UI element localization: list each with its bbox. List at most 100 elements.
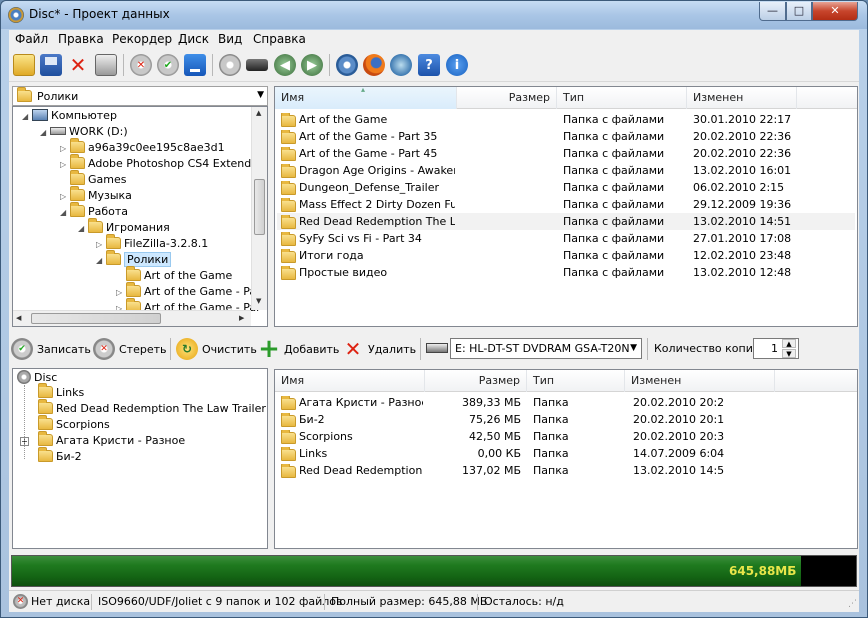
open-folder-icon[interactable] (11, 52, 37, 78)
file-row[interactable]: Links 0,00 КБ Папка 14.07.2009 6:04... (277, 445, 855, 462)
scroll-thumb[interactable] (31, 313, 161, 324)
scroll-down-icon[interactable]: ▼ (256, 297, 261, 305)
collapse-arrow-icon[interactable]: ◢ (96, 256, 106, 265)
tree-item-folder[interactable]: ▷ a96a39c0ee195c8ae3d1 (60, 138, 225, 157)
column-header-modified[interactable]: Изменен (625, 370, 775, 392)
remove-button[interactable]: ✕ Удалить (342, 337, 417, 361)
menu-file[interactable]: Файл (15, 32, 48, 46)
collapse-arrow-icon[interactable]: ◢ (78, 224, 88, 233)
scroll-right-icon[interactable]: ▶ (239, 314, 244, 322)
tree-item-computer[interactable]: ◢ Компьютер (22, 109, 117, 125)
expand-arrow-icon[interactable]: ▷ (60, 160, 70, 169)
toolbar-separator (212, 54, 213, 76)
file-row[interactable]: Red Dead Redemption ... 137,02 МБ Папка 13.… (277, 462, 855, 479)
expand-arrow-icon[interactable]: ▷ (60, 144, 70, 153)
maximize-button[interactable]: □ (786, 2, 812, 21)
tree-item-folder[interactable]: Би-2 (38, 447, 82, 466)
drive-select[interactable]: E: HL-DT-ST DVDRAM GSA-T20N ▼ (450, 338, 642, 359)
disc-check-icon[interactable]: ✔ (155, 52, 181, 78)
back-green-icon[interactable]: ◀ (272, 52, 298, 78)
save-icon[interactable] (38, 52, 64, 78)
file-row[interactable]: Простые видео Папка с файлами 13.02.2010 1… (277, 264, 855, 281)
collapse-arrow-icon[interactable]: ◢ (60, 208, 70, 217)
disc-info-icon[interactable] (217, 52, 243, 78)
settings-gear-icon[interactable] (334, 52, 360, 78)
spin-up-icon[interactable]: ▲ (782, 339, 796, 348)
chevron-down-icon[interactable]: ▼ (630, 343, 637, 353)
clear-button[interactable]: ↻ Очистить (176, 337, 257, 361)
file-row[interactable]: Art of the Game - Part 35 Папка с файлами… (277, 128, 855, 145)
search-globe-icon[interactable] (388, 52, 414, 78)
file-row[interactable]: Art of the Game Папка с файлами 30.01.2010… (277, 111, 855, 128)
file-row[interactable]: Би-2 75,26 МБ Папка 20.02.2010 20:1... (277, 411, 855, 428)
column-header-type[interactable]: Тип (557, 87, 687, 109)
column-header-type[interactable]: Тип (527, 370, 625, 392)
minimize-button[interactable]: — (759, 2, 786, 21)
copies-stepper[interactable]: 1 ▲ ▼ (753, 338, 799, 359)
title-bar[interactable]: Disc* - Проект данных — □ ✕ (1, 1, 867, 29)
tree-item-folder[interactable]: ▷ Adobe Photoshop CS4 Extended (60, 154, 265, 173)
file-row[interactable]: Итоги года Папка с файлами 12.02.2010 23:4… (277, 247, 855, 264)
file-row[interactable]: Dungeon_Defense_Trailer Папка с файлами 06… (277, 179, 855, 196)
chevron-down-icon[interactable]: ▼ (257, 90, 264, 100)
menu-edit[interactable]: Правка (58, 32, 104, 46)
toolbar-separator (170, 338, 171, 360)
file-row[interactable]: SyFy Sci vs Fi - Part 34 Папка с файлами 2… (277, 230, 855, 247)
add-label: Добавить (284, 342, 340, 356)
tree-vertical-scrollbar[interactable]: ▲ ▼ (251, 107, 267, 310)
collapse-arrow-icon[interactable]: ◢ (22, 112, 32, 121)
file-modified: 29.12.2009 19:36 (693, 198, 792, 211)
info-icon[interactable]: i (444, 52, 470, 78)
file-row[interactable]: Red Dead Redemption The L... Папка с файл… (277, 213, 855, 230)
column-header-size[interactable]: Размер (457, 87, 557, 109)
file-modified: 20.02.2010 20:3... (633, 430, 725, 443)
menu-recorder[interactable]: Рекордер (112, 32, 172, 46)
drive-blue-icon[interactable] (182, 52, 208, 78)
capacity-track: 645,88МБ (11, 555, 857, 587)
menu-disc[interactable]: Диск (178, 32, 209, 46)
folder-icon (126, 282, 141, 297)
scroll-left-icon[interactable]: ◀ (16, 314, 21, 322)
add-button[interactable]: + Добавить (258, 334, 340, 364)
help-icon[interactable]: ? (416, 52, 442, 78)
tree-horizontal-scrollbar[interactable]: ◀ ▶ (13, 310, 251, 326)
file-name: Простые видео (299, 266, 388, 279)
tree-item-folder[interactable]: ▷ Art of the Game - Par (116, 282, 261, 301)
file-modified: 13.02.2010 12:48 (693, 266, 792, 279)
column-header-name[interactable]: Имя ▴ (275, 87, 457, 109)
expand-arrow-icon[interactable]: ▷ (96, 240, 106, 249)
burn-button[interactable]: ✔ Записать (11, 337, 91, 361)
disc-erase-icon[interactable]: ✕ (128, 52, 154, 78)
file-row[interactable]: Dragon Age Origins - Awakeni... Папка с ф… (277, 162, 855, 179)
file-row[interactable]: Scorpions 42,50 МБ Папка 20.02.2010 20:3... (277, 428, 855, 445)
tree-item-drive-d[interactable]: ◢ WORK (D:) (40, 125, 128, 141)
firefox-icon[interactable] (361, 52, 387, 78)
expand-arrow-icon[interactable]: ▷ (60, 192, 70, 201)
expand-arrow-icon[interactable]: ▷ (116, 288, 126, 297)
tree-item-folder[interactable]: ◢ Игромания (78, 218, 170, 237)
scroll-up-icon[interactable]: ▲ (256, 109, 261, 117)
window-title: Disc* - Проект данных (29, 7, 170, 21)
file-row[interactable]: Art of the Game - Part 45 Папка с файлами… (277, 145, 855, 162)
forward-green-icon[interactable]: ▶ (299, 52, 325, 78)
column-header-size[interactable]: Размер (425, 370, 527, 392)
collapse-arrow-icon[interactable]: ◢ (40, 128, 50, 137)
drive-tray-icon[interactable] (244, 52, 270, 78)
file-row[interactable]: Mass Effect 2 Dirty Dozen Full ... Папка … (277, 196, 855, 213)
file-row[interactable]: Агата Кристи - Разное 389,33 МБ Папка 20.02… (277, 394, 855, 411)
delete-icon[interactable]: ✕ (65, 52, 91, 78)
erase-button[interactable]: ✕ Стереть (93, 337, 167, 361)
tree-item-label: Art of the Game - Par (144, 285, 261, 298)
tree-item-folder[interactable]: Scorpions (38, 415, 110, 434)
column-header-modified[interactable]: Изменен (687, 87, 797, 109)
resize-grip-icon[interactable]: ⋰ (848, 599, 857, 609)
scroll-thumb[interactable] (254, 179, 265, 235)
location-combo[interactable]: Ролики ▼ (12, 86, 268, 106)
tree-item-folder[interactable]: Red Dead Redemption The Law Trailer (38, 399, 266, 418)
menu-view[interactable]: Вид (218, 32, 242, 46)
menu-help[interactable]: Справка (253, 32, 306, 46)
print-icon[interactable] (93, 52, 119, 78)
close-button[interactable]: ✕ (812, 2, 858, 21)
column-header-name[interactable]: Имя (275, 370, 425, 392)
spin-down-icon[interactable]: ▼ (782, 349, 796, 358)
